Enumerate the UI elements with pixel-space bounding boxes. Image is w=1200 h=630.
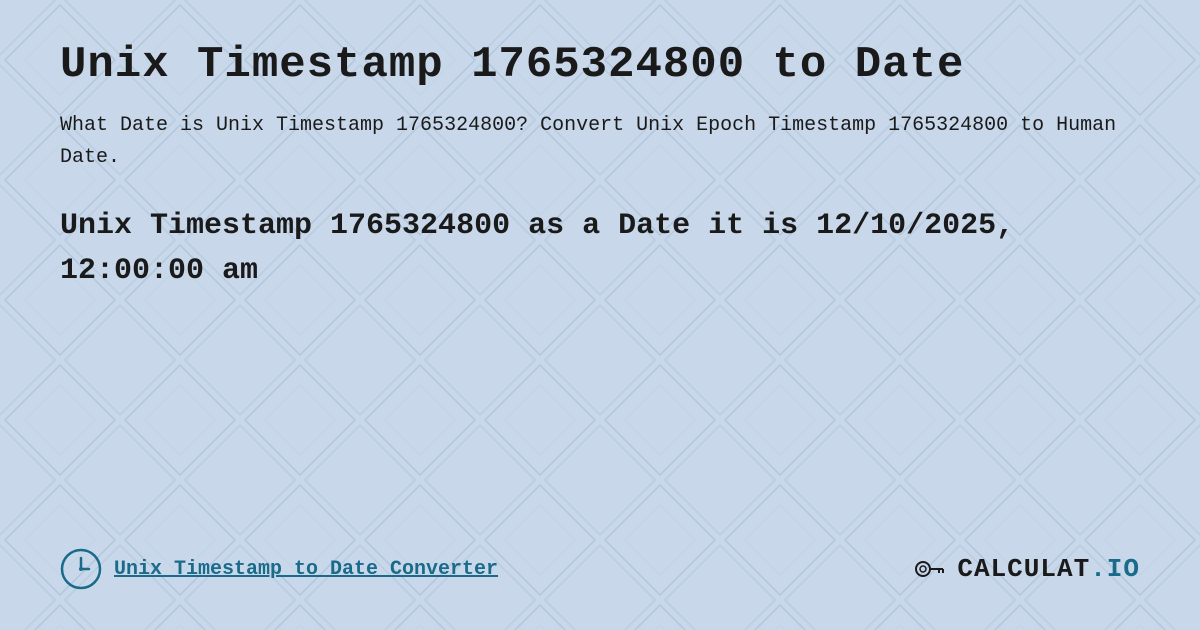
result-text: Unix Timestamp 1765324800 as a Date it i…: [60, 204, 1140, 294]
logo-text: CALCULAT.IO: [957, 554, 1140, 584]
footer-link-area[interactable]: Unix Timestamp to Date Converter: [60, 548, 498, 590]
page-title: Unix Timestamp 1765324800 to Date: [60, 40, 1140, 90]
clock-icon: [60, 548, 102, 590]
logo-area: CALCULAT.IO: [913, 551, 1140, 587]
logo-prefix: CALCULAT: [957, 554, 1090, 584]
page-description: What Date is Unix Timestamp 1765324800? …: [60, 110, 1140, 174]
logo-suffix: .IO: [1090, 554, 1140, 584]
logo-icon: [913, 551, 949, 587]
footer-converter-link[interactable]: Unix Timestamp to Date Converter: [114, 558, 498, 581]
